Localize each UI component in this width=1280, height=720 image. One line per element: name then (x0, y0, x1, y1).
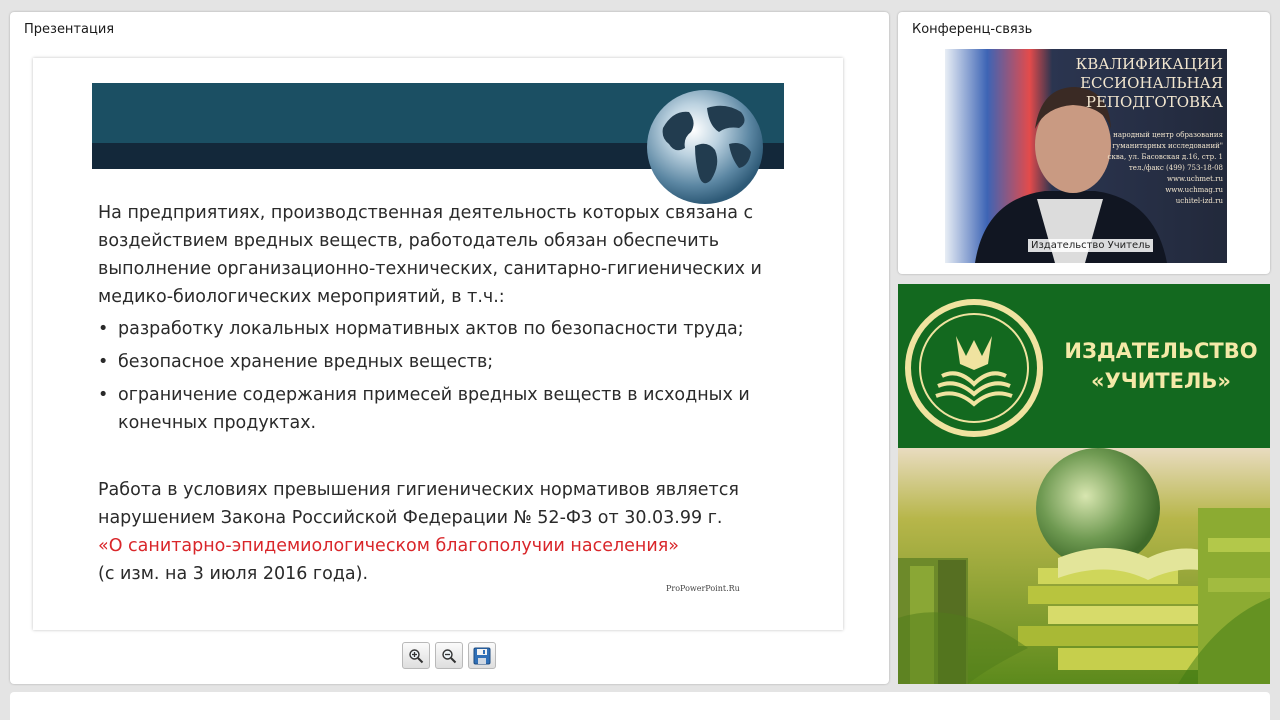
slide-toolbar (402, 642, 496, 669)
slide-intro-text: На предприятиях, производственная деятел… (98, 203, 762, 307)
publisher-books-image (898, 448, 1270, 684)
presentation-title: Презентация (24, 22, 115, 37)
conference-title: Конференц-связь (912, 22, 1033, 37)
slide-law-text: Работа в условиях превышения гигиеническ… (98, 476, 798, 588)
slide-footer-credit: ProPowerPoint.Ru (666, 584, 740, 593)
globe-icon (647, 90, 763, 204)
publisher-header: ИЗДАТЕЛЬСТВО «УЧИТЕЛЬ» (898, 284, 1270, 448)
zoom-in-button[interactable] (402, 642, 430, 669)
webcam-video[interactable]: КВАЛИФИКАЦИИ ЕССИОНАЛЬНАЯ РЕПОДГОТОВКА н… (945, 49, 1227, 263)
floppy-disk-icon (473, 647, 491, 664)
books-and-globe-image (898, 448, 1270, 684)
law-title: «О санитарно-эпидемиологическом благопол… (98, 536, 679, 556)
conference-panel: Конференц-связь КВАЛИФИКАЦИИ ЕССИОНАЛЬНА… (898, 12, 1270, 274)
slide-bullet-list: • разработку локальных нормативных актов … (98, 315, 788, 442)
bullet-item: • безопасное хранение вредных веществ; (98, 352, 494, 372)
zoom-out-icon (442, 648, 457, 663)
participant-name-label: Издательство Учитель (1028, 239, 1154, 252)
law-note: (с изм. на 3 июля 2016 года). (98, 564, 369, 584)
bullet-item: • разработку локальных нормативных актов … (98, 319, 744, 339)
bottom-panel (10, 692, 1270, 720)
publisher-logo-icon (905, 299, 1043, 437)
zoom-out-button[interactable] (435, 642, 463, 669)
law-description: Работа в условиях превышения гигиеническ… (98, 480, 739, 528)
presentation-panel: Презентация На предприятиях, производств… (10, 12, 889, 684)
publisher-banner: ИЗДАТЕЛЬСТВО «УЧИТЕЛЬ» (898, 284, 1270, 684)
bullet-item: • ограничение содержания примесей вредных… (98, 385, 750, 433)
webcam-backdrop-text: КВАЛИФИКАЦИИ ЕССИОНАЛЬНАЯ РЕПОДГОТОВКА н… (1075, 55, 1223, 205)
zoom-in-icon (409, 648, 424, 663)
save-button[interactable] (468, 642, 496, 669)
slide: На предприятиях, производственная деятел… (33, 58, 843, 630)
publisher-name: ИЗДАТЕЛЬСТВО «УЧИТЕЛЬ» (1064, 339, 1258, 393)
